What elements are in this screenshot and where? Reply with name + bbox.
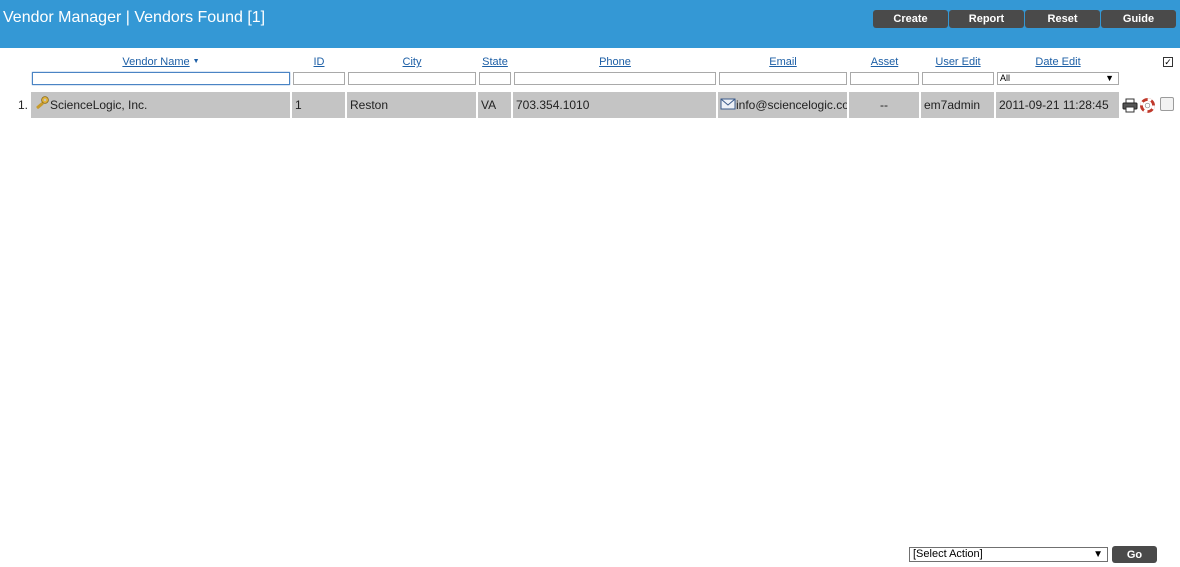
- column-header-date-edit[interactable]: Date Edit: [997, 56, 1119, 69]
- asset-filter-input[interactable]: [850, 72, 919, 85]
- sort-descending-icon: ▼: [192, 58, 200, 65]
- reset-button[interactable]: Reset: [1025, 10, 1100, 28]
- column-header-email[interactable]: Email: [719, 56, 847, 69]
- column-header-vendor-name-label: Vendor Name: [122, 56, 190, 68]
- dropdown-arrow-icon: ▼: [1093, 549, 1103, 560]
- vendor-name-text: ScienceLogic, Inc.: [50, 98, 148, 112]
- column-header-state[interactable]: State: [479, 56, 511, 69]
- state-cell: VA: [478, 92, 511, 118]
- column-header-user-edit[interactable]: User Edit: [922, 56, 994, 69]
- lifebuoy-icon[interactable]: [1140, 98, 1155, 118]
- date-edit-filter-value: All: [1000, 73, 1011, 83]
- wrench-icon[interactable]: [34, 93, 50, 118]
- state-filter-input[interactable]: [479, 72, 511, 85]
- column-header-id[interactable]: ID: [293, 56, 345, 69]
- id-filter-input[interactable]: [293, 72, 345, 85]
- phone-filter-input[interactable]: [514, 72, 716, 85]
- email-filter-input[interactable]: [719, 72, 847, 85]
- header-bar: Vendor Manager | Vendors Found [1] Creat…: [0, 0, 1180, 48]
- select-all-checkbox[interactable]: ✓: [1163, 57, 1173, 67]
- user-edit-filter-input[interactable]: [922, 72, 994, 85]
- row-checkbox[interactable]: [1160, 97, 1174, 111]
- go-button[interactable]: Go: [1112, 546, 1157, 563]
- date-edit-cell: 2011-09-21 11:28:45: [996, 92, 1119, 118]
- dropdown-arrow-icon: ▼: [1105, 73, 1114, 83]
- id-cell: 1: [292, 92, 345, 118]
- vendor-name-cell[interactable]: ScienceLogic, Inc.: [31, 92, 290, 118]
- city-cell: Reston: [347, 92, 476, 118]
- date-edit-filter-select[interactable]: All ▼: [997, 72, 1119, 85]
- page-title: Vendor Manager | Vendors Found [1]: [3, 9, 266, 26]
- guide-button[interactable]: Guide: [1101, 10, 1176, 28]
- column-header-vendor-name[interactable]: Vendor Name ▼: [32, 56, 290, 69]
- action-select[interactable]: [Select Action] ▼: [909, 547, 1108, 562]
- asset-cell: --: [849, 92, 919, 118]
- printer-icon[interactable]: [1122, 98, 1138, 118]
- action-select-value: [Select Action]: [913, 548, 983, 560]
- column-header-asset[interactable]: Asset: [850, 56, 919, 69]
- email-cell[interactable]: info@sciencelogic.com: [718, 92, 847, 118]
- column-header-phone[interactable]: Phone: [514, 56, 716, 69]
- column-header-city[interactable]: City: [348, 56, 476, 69]
- envelope-icon[interactable]: [720, 93, 736, 118]
- phone-cell: 703.354.1010: [513, 92, 716, 118]
- report-button[interactable]: Report: [949, 10, 1024, 28]
- email-link[interactable]: info@sciencelogic.com: [736, 98, 847, 112]
- create-button[interactable]: Create: [873, 10, 948, 28]
- row-number: 1.: [17, 98, 28, 112]
- city-filter-input[interactable]: [348, 72, 476, 85]
- vendor-name-filter-input[interactable]: [32, 72, 290, 85]
- user-edit-cell: em7admin: [921, 92, 994, 118]
